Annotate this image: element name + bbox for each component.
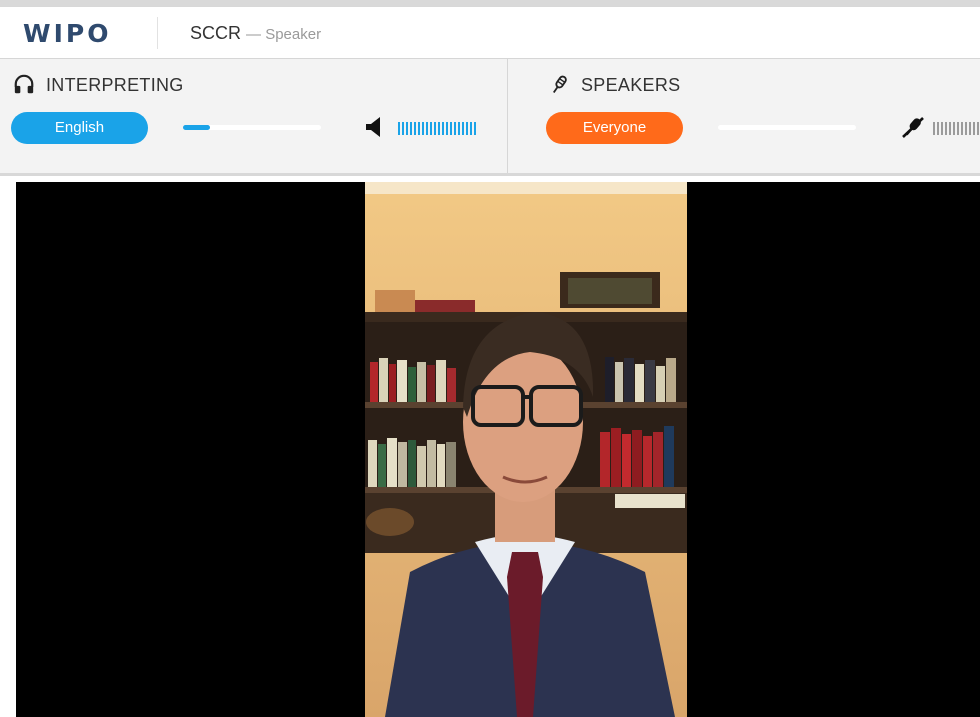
interpreting-volume-slider[interactable]	[183, 125, 321, 130]
headphones-icon	[14, 74, 34, 94]
microphone-icon	[552, 75, 567, 94]
speakers-audio-meter	[933, 122, 980, 135]
speakers-label: SPEAKERS	[581, 75, 681, 95]
controls-bar: INTERPRETING English SPEAKERS Everyone	[0, 59, 980, 176]
interpreting-label: INTERPRETING	[46, 75, 184, 95]
top-strip	[0, 0, 980, 7]
title-main: SCCR	[190, 23, 242, 43]
speaker-icon[interactable]	[363, 115, 387, 139]
speakers-volume-slider[interactable]	[718, 125, 856, 130]
microphone-off-icon[interactable]	[901, 115, 925, 139]
speaker-video-image	[365, 182, 687, 717]
interpreting-volume-fill	[183, 125, 210, 130]
header-divider	[157, 17, 158, 49]
interpreting-audio-meter	[398, 122, 478, 135]
speaker-video-frame	[365, 182, 687, 717]
title-subtitle: — Speaker	[246, 26, 322, 43]
page-title: SCCR — Speaker	[190, 23, 321, 44]
audience-selector[interactable]: Everyone	[546, 112, 683, 144]
wipo-logo[interactable]: WIPO	[23, 19, 111, 48]
video-area	[0, 176, 980, 717]
header: WIPO SCCR — Speaker	[0, 7, 980, 59]
section-divider	[507, 59, 508, 173]
language-selector[interactable]: English	[11, 112, 148, 144]
video-player[interactable]	[16, 182, 980, 717]
